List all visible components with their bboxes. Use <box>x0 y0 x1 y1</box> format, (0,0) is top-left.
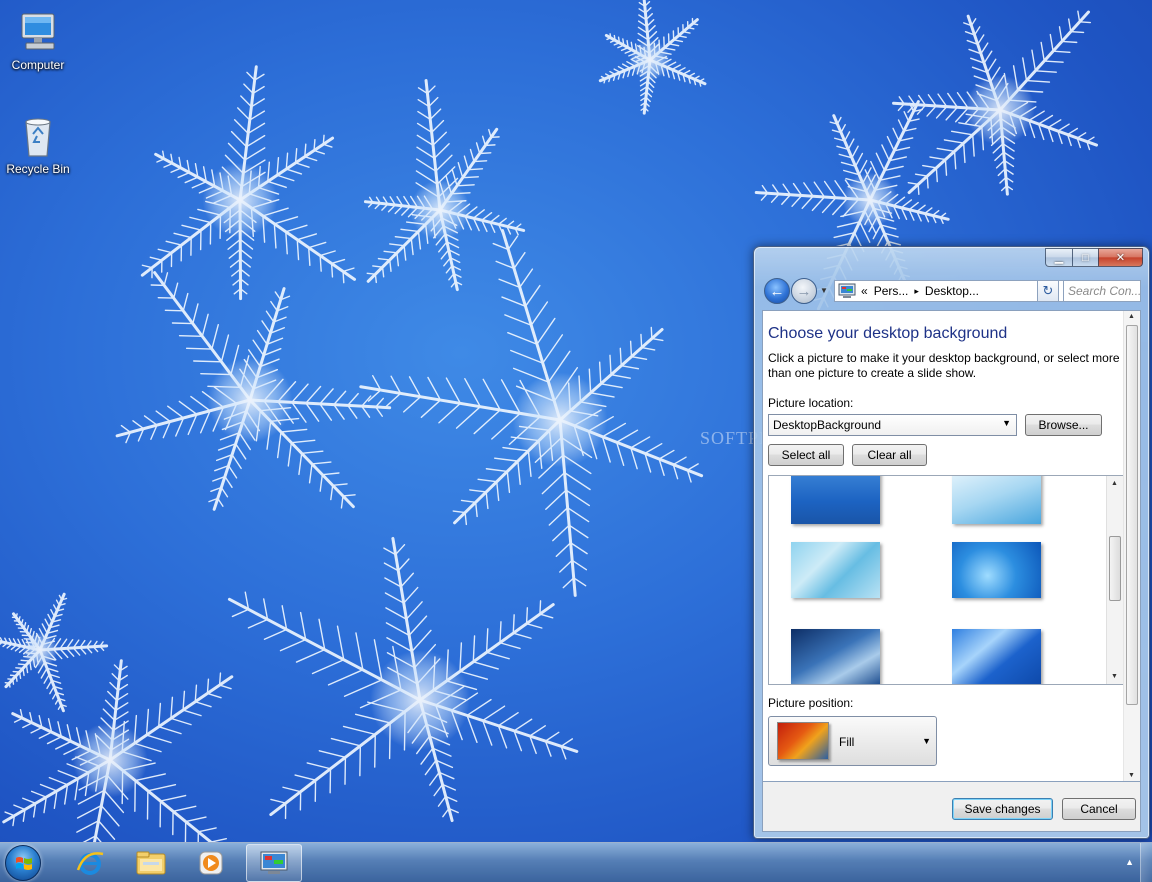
thumbnail-frost-pattern[interactable] <box>791 542 880 598</box>
recycle-bin-icon <box>14 112 62 160</box>
back-button[interactable]: ← <box>764 278 790 304</box>
forward-arrow-icon: → <box>796 282 812 300</box>
control-panel-icon <box>838 283 856 298</box>
navigation-bar: ← → ▼ « Pers... ▸ Desktop... ▼ ↻ Search … <box>760 276 1143 306</box>
clear-all-button[interactable]: Clear all <box>852 444 927 466</box>
picture-position-label: Picture position: <box>768 696 854 710</box>
picture-position-select[interactable]: Fill ▼ <box>768 716 937 766</box>
internet-explorer-icon <box>76 852 104 875</box>
cancel-button[interactable]: Cancel <box>1062 798 1136 820</box>
thumbnail-frost-crystals[interactable] <box>952 629 1041 684</box>
scroll-down-icon[interactable]: ▼ <box>1128 772 1135 779</box>
media-player-icon <box>199 851 223 875</box>
minimize-button[interactable]: ▁ <box>1045 248 1072 267</box>
scrollbar-thumb[interactable] <box>1109 536 1121 601</box>
content-pane: Choose your desktop background Click a p… <box>762 310 1141 782</box>
chevron-down-icon: ▼ <box>922 736 931 746</box>
picture-location-label: Picture location: <box>768 396 854 410</box>
taskbar-windows-explorer[interactable] <box>123 844 179 882</box>
picture-location-select[interactable]: DesktopBackground ▼ <box>768 414 1017 436</box>
start-button[interactable] <box>5 845 41 881</box>
taskbar-media-player[interactable] <box>183 844 239 882</box>
address-bar[interactable]: « Pers... ▸ Desktop... ▼ <box>834 280 1064 302</box>
refresh-icon: ↻ <box>1042 283 1054 298</box>
thumbnail-scrollbar[interactable]: ▲ ▼ <box>1106 476 1123 684</box>
taskbar-internet-explorer[interactable] <box>62 844 118 882</box>
taskbar: ▲ <box>0 842 1152 882</box>
picture-position-value: Fill <box>839 735 855 749</box>
maximize-button[interactable]: □ <box>1072 248 1098 267</box>
close-icon: ✕ <box>1115 252 1126 264</box>
wallpaper-thumbnail-list: ▲ ▼ <box>768 475 1124 685</box>
thumbnail-snowflakes[interactable] <box>952 476 1041 524</box>
taskbar-personalization[interactable] <box>246 844 302 882</box>
desktop-icon-label: Recycle Bin <box>6 162 70 176</box>
save-changes-button[interactable]: Save changes <box>952 798 1053 820</box>
computer-icon <box>14 8 62 56</box>
refresh-button[interactable]: ↻ <box>1037 280 1059 302</box>
maximize-icon: □ <box>1082 251 1089 264</box>
page-title: Choose your desktop background <box>768 325 1008 342</box>
page-description: Click a picture to make it your desktop … <box>768 351 1120 380</box>
scroll-up-icon[interactable]: ▲ <box>1111 480 1118 487</box>
breadcrumb-personalization[interactable]: Pers... <box>871 284 912 298</box>
breadcrumb-separator-icon[interactable]: ▸ <box>911 286 922 297</box>
browse-button[interactable]: Browse... <box>1025 414 1102 436</box>
dialog-footer: Save changes Cancel <box>762 782 1141 832</box>
search-input[interactable]: Search Con... <box>1063 280 1141 302</box>
desktop-background-window: ▁ □ ✕ ← → ▼ « Pers... ▸ Desktop... ▼ ↻ S… <box>753 246 1150 839</box>
folder-icon <box>136 851 166 875</box>
position-preview-image <box>777 722 829 760</box>
scroll-up-icon[interactable]: ▲ <box>1128 313 1135 320</box>
thumbnail-ice-drops[interactable] <box>791 476 880 524</box>
recent-pages-dropdown-icon[interactable]: ▼ <box>820 286 828 295</box>
desktop-icon-computer[interactable]: Computer <box>0 8 76 72</box>
chevron-down-icon: ▼ <box>1002 418 1011 428</box>
select-all-button[interactable]: Select all <box>768 444 844 466</box>
show-hidden-icons-icon[interactable]: ▲ <box>1125 857 1134 867</box>
control-panel-icon <box>260 851 288 874</box>
show-desktop-button[interactable] <box>1140 843 1152 882</box>
scrollbar-thumb[interactable] <box>1126 325 1138 705</box>
caption-buttons: ▁ □ ✕ <box>1045 248 1143 267</box>
thumbnail-blue-ice[interactable] <box>952 542 1041 598</box>
forward-button[interactable]: → <box>791 278 817 304</box>
desktop-icon-label: Computer <box>11 58 65 72</box>
minimize-icon: ▁ <box>1054 252 1064 264</box>
back-arrow-icon: ← <box>769 282 785 300</box>
breadcrumb-overflow[interactable]: « <box>858 284 871 298</box>
breadcrumb-desktop-background[interactable]: Desktop... <box>922 284 982 298</box>
thumbnail-dark-frost[interactable] <box>791 629 880 684</box>
picture-location-value: DesktopBackground <box>773 418 882 432</box>
desktop-icon-recycle-bin[interactable]: Recycle Bin <box>0 112 76 176</box>
content-scrollbar[interactable]: ▲ ▼ <box>1123 311 1140 781</box>
windows-logo-icon <box>16 857 32 870</box>
close-button[interactable]: ✕ <box>1098 248 1143 267</box>
scroll-down-icon[interactable]: ▼ <box>1111 673 1118 680</box>
